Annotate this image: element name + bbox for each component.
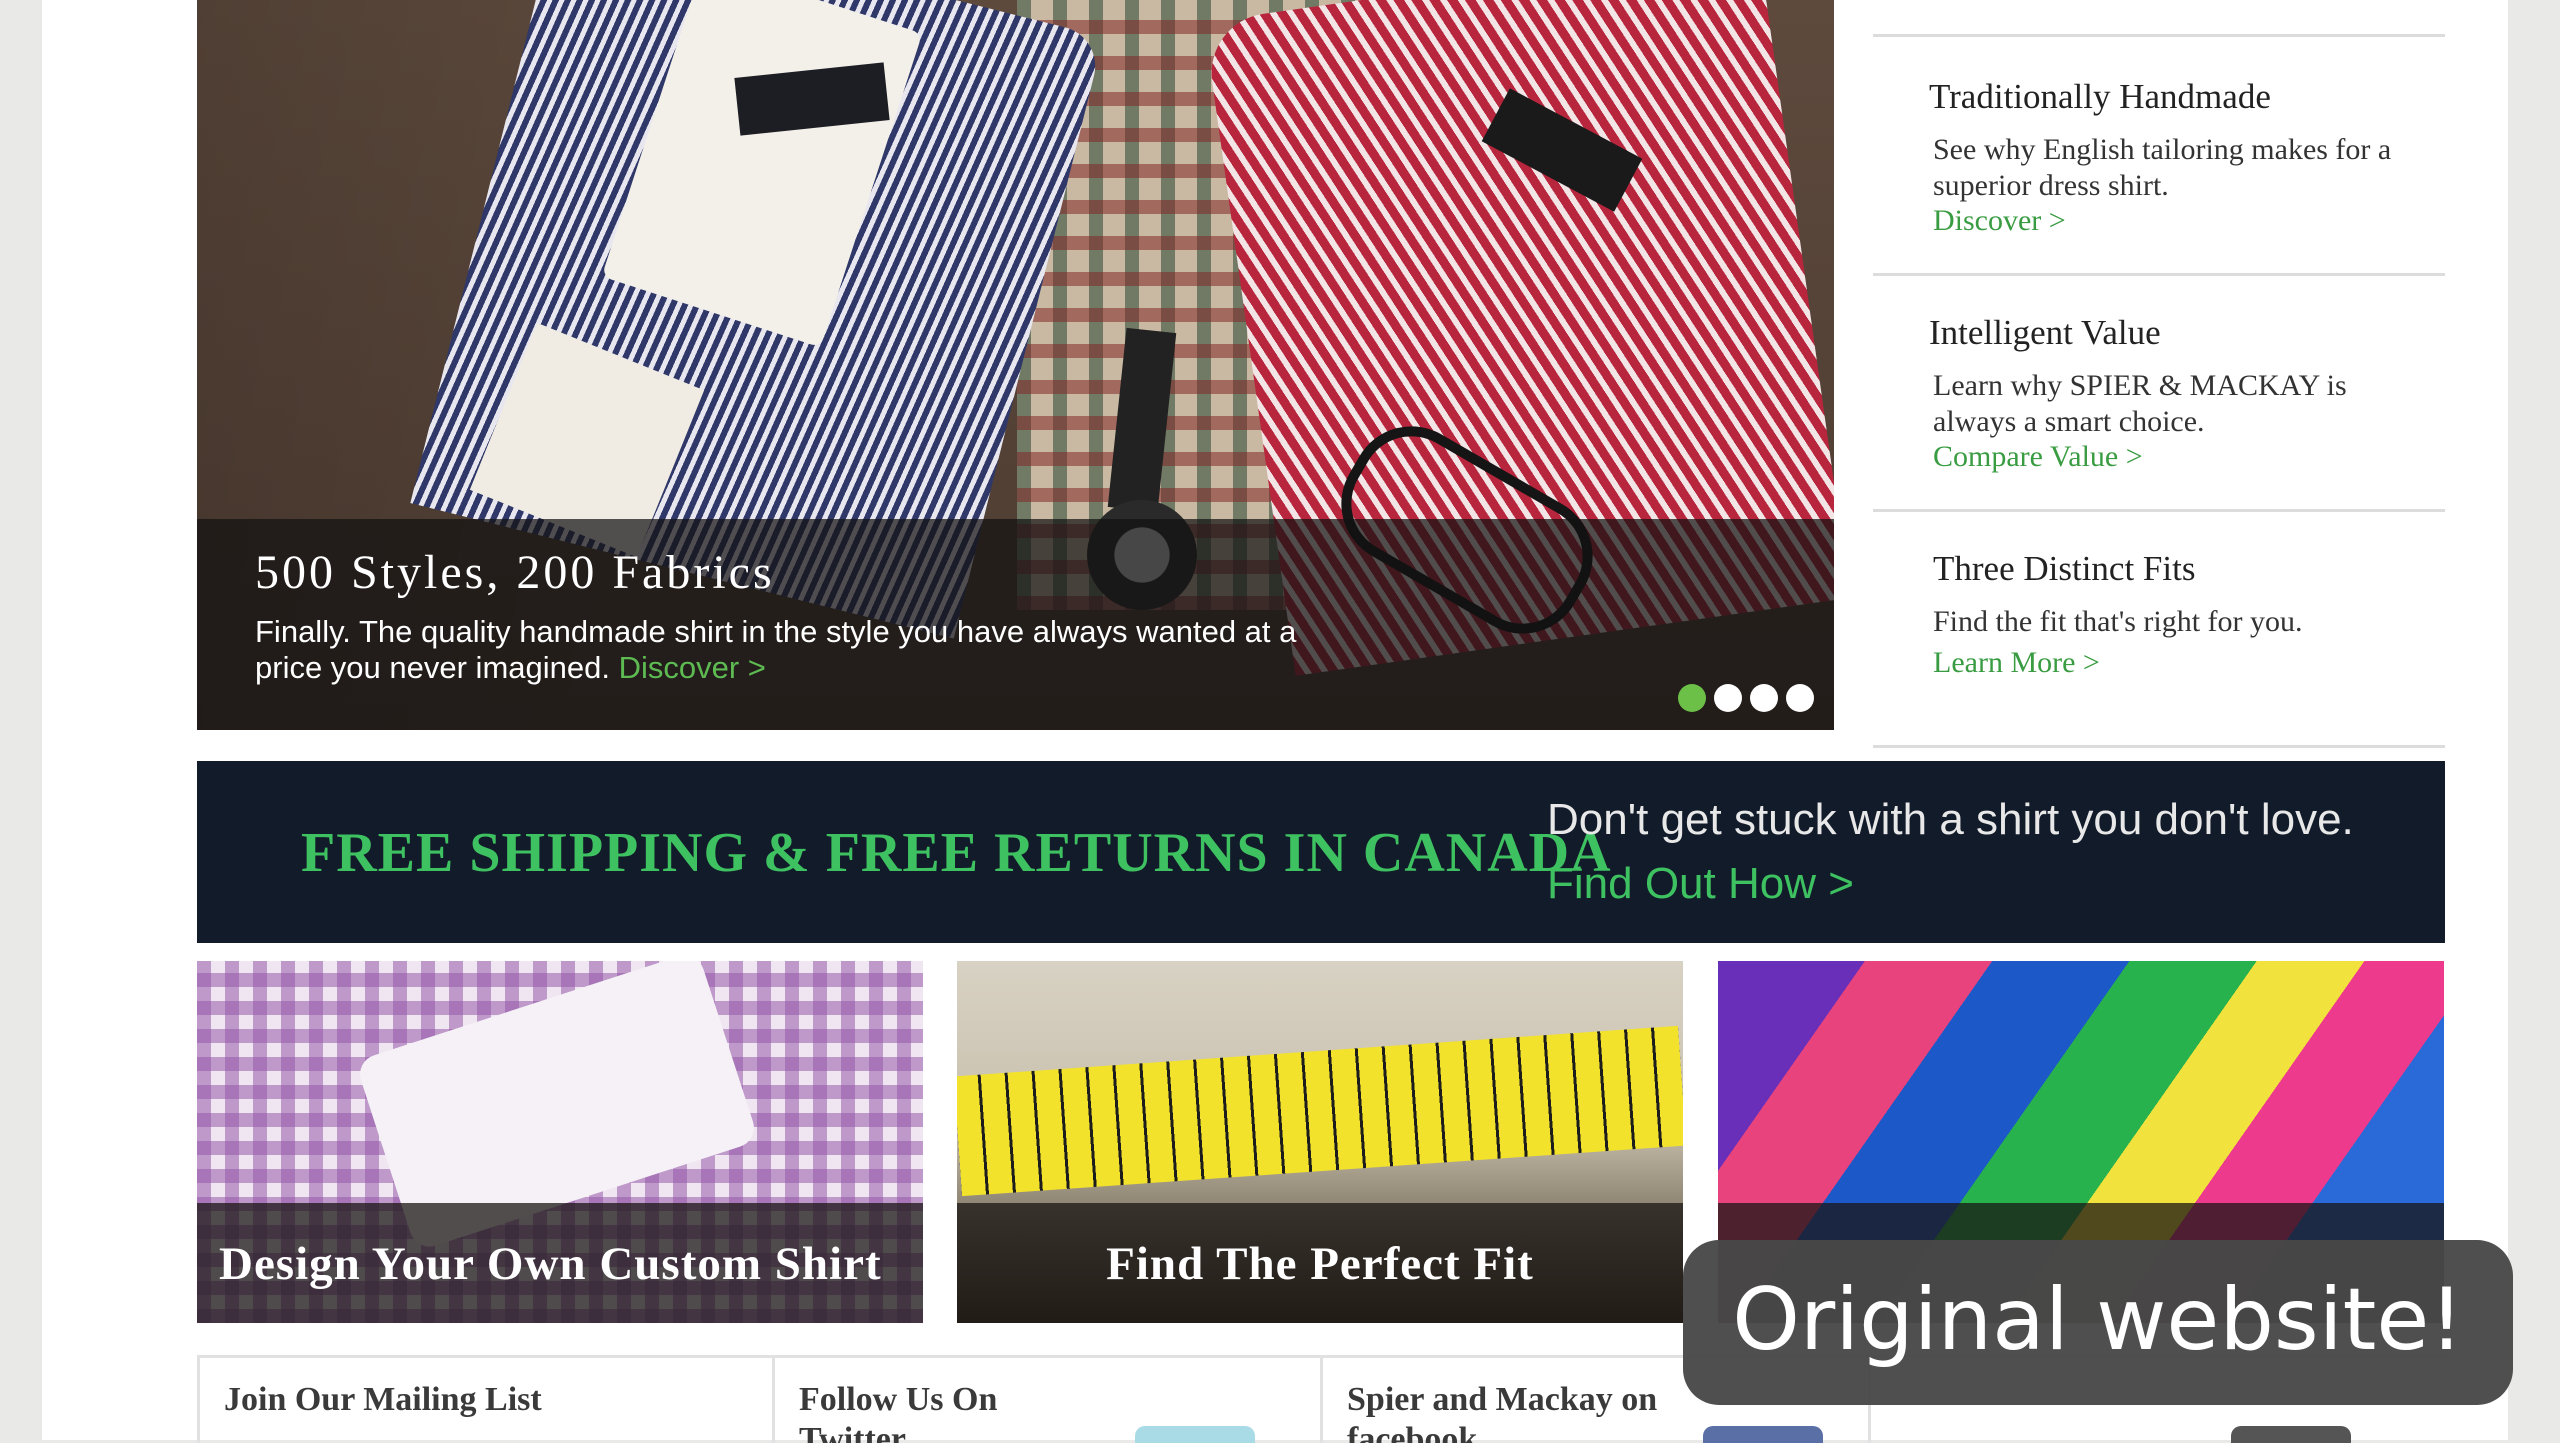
sidebar-item-text: Find the fit that's right for you.	[1933, 605, 2303, 638]
carousel-dot-4[interactable]	[1786, 684, 1814, 712]
hero-discover-link[interactable]: Discover >	[619, 650, 766, 685]
hero-carousel[interactable]: 500 Styles, 200 Fabrics Finally. The qua…	[197, 0, 1834, 730]
carousel-dots	[1678, 684, 1814, 712]
tile-caption: Design Your Own Custom Shirt	[197, 1203, 923, 1323]
footer-title: Join Our Mailing List	[224, 1381, 542, 1418]
sidebar-item-text: Learn why SPIER & MACKAY is always a sma…	[1933, 369, 2347, 438]
facebook-icon[interactable]	[1703, 1426, 1823, 1443]
sidebar-discover-link[interactable]: Discover >	[1933, 204, 2066, 238]
sidebar-compare-value-link[interactable]: Compare Value >	[1933, 440, 2143, 474]
sidebar-item-title: Intelligent Value	[1929, 313, 2161, 352]
banner-subtext: Don't get stuck with a shirt you don't l…	[1547, 795, 2354, 844]
tile-perfect-fit[interactable]: Find The Perfect Fit	[957, 961, 1683, 1323]
carousel-dot-2[interactable]	[1714, 684, 1742, 712]
footer-twitter[interactable]: Follow Us On Twitter	[772, 1358, 1323, 1443]
footer-title: Spier and Mackay on facebook	[1347, 1381, 1658, 1443]
twitter-icon[interactable]	[1135, 1426, 1255, 1443]
sidebar-item-text: See why English tailoring makes for a su…	[1933, 133, 2392, 202]
blog-icon[interactable]	[2231, 1426, 2351, 1443]
overlay-badge: Original website!	[1683, 1240, 2513, 1405]
banner-headline: FREE SHIPPING & FREE RETURNS IN CANADA	[301, 822, 1612, 884]
hero-description-text: Finally. The quality handmade shirt in t…	[255, 614, 1297, 685]
tile-image-measuring-tape	[957, 1025, 1683, 1197]
tile-caption: Find The Perfect Fit	[957, 1203, 1683, 1323]
hero-caption: 500 Styles, 200 Fabrics Finally. The qua…	[197, 519, 1834, 730]
hero-title: 500 Styles, 200 Fabrics	[255, 546, 775, 599]
sidebar-learn-more-link[interactable]: Learn More >	[1933, 646, 2100, 680]
sidebar-item-value: Intelligent Value Learn why SPIER & MACK…	[1873, 273, 2445, 512]
footer-title: Follow Us On Twitter	[799, 1381, 998, 1443]
footer-mailing-list[interactable]: Join Our Mailing List	[197, 1358, 775, 1443]
tile-label: Find The Perfect Fit	[1106, 1238, 1534, 1290]
overlay-badge-text: Original website!	[1732, 1270, 2464, 1370]
banner-find-out-how-link[interactable]: Find Out How >	[1547, 859, 1854, 909]
sidebar-item-handmade: Traditionally Handmade See why English t…	[1873, 37, 2445, 276]
sidebar-item-title: Three Distinct Fits	[1933, 549, 2196, 588]
shipping-banner[interactable]: FREE SHIPPING & FREE RETURNS IN CANADA D…	[197, 761, 2445, 943]
tile-label: Design Your Own Custom Shirt	[219, 1238, 882, 1290]
carousel-dot-1[interactable]	[1678, 684, 1706, 712]
sidebar-item-fits: Three Distinct Fits Find the fit that's …	[1873, 509, 2445, 748]
carousel-dot-3[interactable]	[1750, 684, 1778, 712]
sidebar-item-title: Traditionally Handmade	[1929, 77, 2271, 116]
page: 500 Styles, 200 Fabrics Finally. The qua…	[42, 0, 2508, 1443]
hero-description: Finally. The quality handmade shirt in t…	[255, 614, 1355, 686]
tile-custom-shirt[interactable]: Design Your Own Custom Shirt	[197, 961, 923, 1323]
